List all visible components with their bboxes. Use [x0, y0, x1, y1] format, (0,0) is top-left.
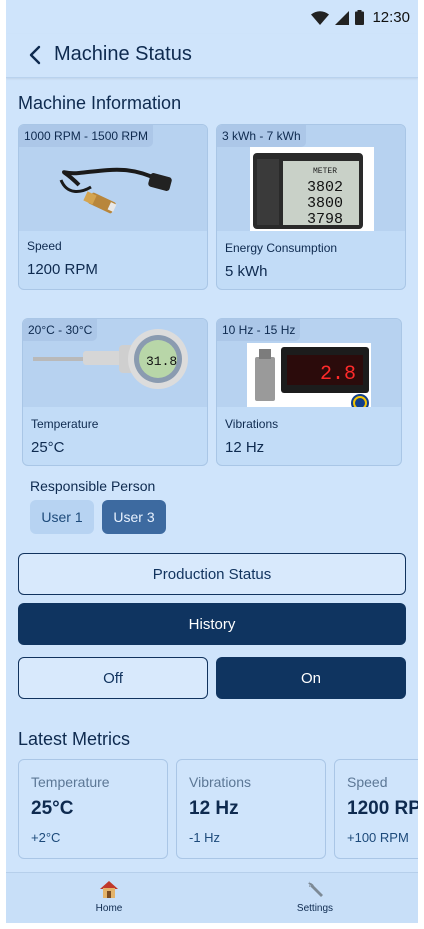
- vibrations-card[interactable]: 2.8 10 Hz - 15 Hz Vibrations 12 Hz: [216, 318, 402, 466]
- energy-label: Energy Consumption: [225, 241, 338, 255]
- house-icon: [100, 881, 118, 898]
- meter-line-3: 3798: [307, 211, 343, 228]
- page-title: Machine Status: [54, 43, 192, 65]
- top-app-bar: Machine Status: [6, 34, 418, 78]
- metric-card-temperature[interactable]: Temperature 25°C +2°C: [18, 759, 168, 859]
- metric-value: 12 Hz: [189, 798, 239, 819]
- gauge-reading: 31.8: [146, 354, 177, 369]
- vibrations-range: 10 Hz - 15 Hz: [217, 319, 301, 341]
- off-button[interactable]: Off: [18, 657, 208, 699]
- speed-label: Speed: [27, 239, 62, 253]
- temperature-card[interactable]: 31.8 20°C - 30°C Temperature 25°C: [22, 318, 208, 466]
- vibrations-value: 12 Hz: [225, 439, 265, 456]
- wifi-icon: [311, 10, 330, 25]
- vibration-reading: 2.8: [320, 363, 356, 386]
- metric-delta: +2°C: [31, 830, 61, 845]
- machine-info-heading: Machine Information: [18, 93, 182, 113]
- metric-label: Speed: [347, 774, 388, 790]
- responsible-person-label: Responsible Person: [30, 478, 156, 494]
- nav-home-label: Home: [95, 903, 123, 914]
- meter-line-1: 3802: [307, 179, 343, 196]
- metric-card-vibrations[interactable]: Vibrations 12 Hz -1 Hz: [176, 759, 326, 859]
- energy-range: 3 kWh - 7 kWh: [217, 125, 306, 147]
- status-bar: 12:30: [6, 0, 418, 34]
- speed-range: 1000 RPM - 1500 RPM: [19, 125, 154, 147]
- latest-metrics-heading: Latest Metrics: [18, 729, 131, 749]
- temperature-label: Temperature: [31, 417, 99, 431]
- production-status-button[interactable]: Production Status: [18, 553, 406, 595]
- nav-settings[interactable]: Settings: [270, 879, 360, 921]
- meter-brand-text: METER: [313, 167, 337, 176]
- speed-card[interactable]: 1000 RPM - 1500 RPM Speed 1200 RPM: [18, 124, 208, 290]
- user-3-chip[interactable]: User 3: [102, 500, 166, 534]
- nav-settings-label: Settings: [296, 903, 334, 914]
- temperature-range: 20°C - 30°C: [23, 319, 98, 341]
- meter-line-2: 3800: [307, 195, 343, 212]
- back-button[interactable]: [22, 42, 48, 68]
- on-button[interactable]: On: [216, 657, 406, 699]
- nav-home[interactable]: Home: [64, 879, 154, 921]
- energy-card[interactable]: METER 3802 3800 3798 3 kWh - 7 kWh Energ…: [216, 124, 406, 290]
- back-arrow-icon: [29, 45, 41, 65]
- vibrations-label: Vibrations: [225, 417, 279, 431]
- metric-card-speed[interactable]: Speed 1200 RPM +100 RPM: [334, 759, 418, 859]
- user-1-chip[interactable]: User 1: [30, 500, 94, 534]
- bottom-navigation: Home Settings: [6, 872, 418, 923]
- wrench-icon: [308, 881, 323, 897]
- energy-value: 5 kWh: [225, 263, 268, 280]
- metric-delta: +100 RPM: [347, 830, 409, 845]
- speed-value: 1200 RPM: [27, 261, 98, 278]
- cell-signal-icon: [335, 10, 350, 25]
- metric-value: 1200 RPM: [347, 798, 418, 819]
- metric-label: Temperature: [31, 774, 110, 790]
- metric-label: Vibrations: [189, 774, 252, 790]
- battery-icon: [355, 10, 365, 25]
- metric-value: 25°C: [31, 798, 74, 819]
- metric-delta: -1 Hz: [189, 830, 221, 845]
- clock: 12:30: [372, 9, 410, 26]
- history-button[interactable]: History: [18, 603, 406, 645]
- temperature-value: 25°C: [31, 439, 65, 456]
- app-screen: 12:30 Machine Status Machine Information…: [6, 0, 418, 923]
